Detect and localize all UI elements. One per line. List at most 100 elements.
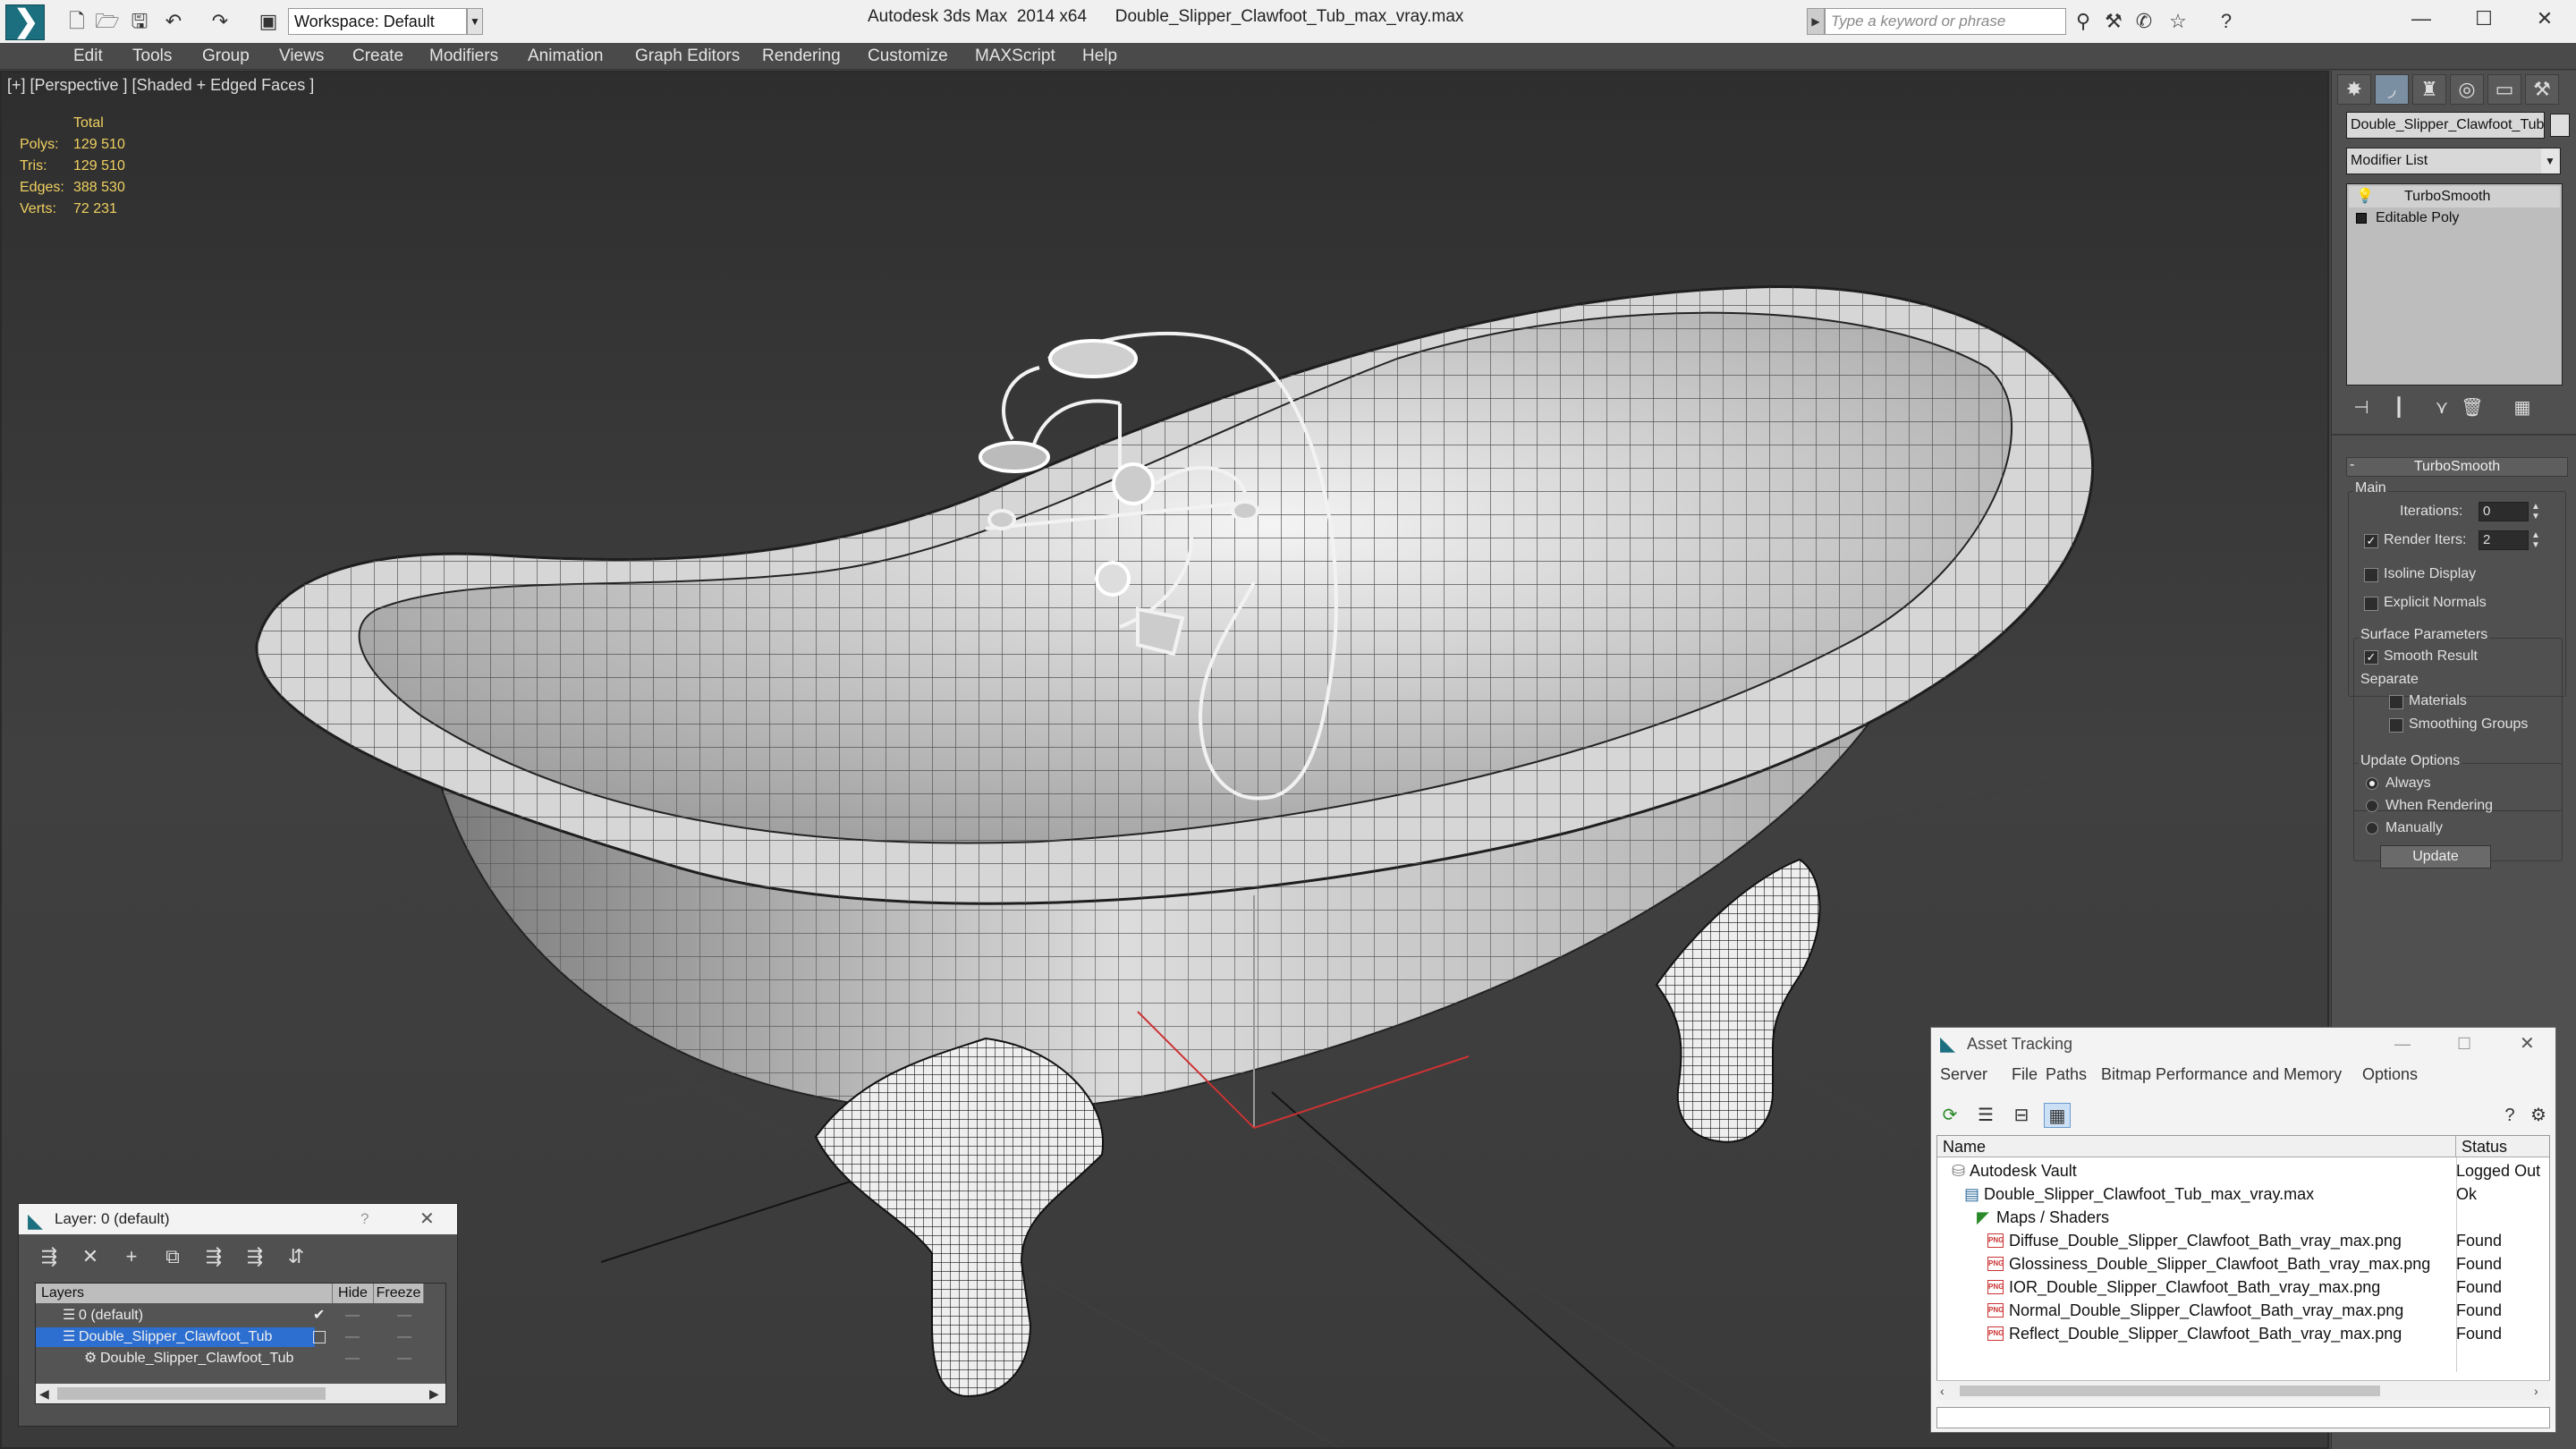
render-iters-spinner[interactable]: 2 <box>2479 530 2529 550</box>
scroll-left-icon[interactable]: ◀ <box>39 1384 49 1403</box>
search-input[interactable]: Type a keyword or phrase <box>1825 8 2066 35</box>
update-button[interactable]: Update <box>2380 845 2491 869</box>
asset-window-titlebar[interactable]: ◣ Asset Tracking — ☐ ✕ <box>1931 1028 2555 1060</box>
menu-server[interactable]: Server <box>1940 1065 1987 1084</box>
highlight-selected-icon[interactable]: ⇶ <box>199 1243 228 1270</box>
scroll-right-icon[interactable]: ▶ <box>429 1384 439 1403</box>
utilities-tab-icon[interactable]: ⚒ <box>2525 74 2559 105</box>
always-radio[interactable] <box>2366 777 2378 790</box>
turbosmooth-rollout-header[interactable]: TurboSmooth <box>2346 457 2568 477</box>
asset-path-field[interactable] <box>1936 1407 2550 1428</box>
help-icon[interactable]: ? <box>2496 1103 2523 1128</box>
minimize-button[interactable]: — <box>2394 1028 2411 1060</box>
subscription-icon[interactable]: ⚒ <box>2100 9 2127 34</box>
asset-row-vault[interactable]: ⛁ Autodesk Vault Logged Out <box>1937 1159 2549 1182</box>
favorites-star-icon[interactable]: ☆ <box>2165 9 2191 34</box>
make-unique-icon[interactable]: ⋎ <box>2428 394 2455 421</box>
asset-row-diffuse[interactable]: PNG Diffuse_Double_Slipper_Clawfoot_Bath… <box>1937 1229 2549 1252</box>
freeze-toggle[interactable]: — <box>397 1326 411 1348</box>
stack-item-turbosmooth[interactable]: 💡 TurboSmooth <box>2349 186 2560 208</box>
explicit-normals-checkbox[interactable] <box>2364 597 2378 611</box>
scroll-thumb[interactable] <box>57 1387 326 1400</box>
materials-checkbox[interactable] <box>2389 695 2403 709</box>
hide-toggle[interactable]: — <box>345 1305 360 1326</box>
close-icon[interactable]: ✕ <box>419 1204 435 1234</box>
display-tab-icon[interactable]: ▭ <box>2487 74 2521 105</box>
help-icon[interactable]: ? <box>360 1204 369 1234</box>
motion-tab-icon[interactable]: ◎ <box>2450 74 2484 105</box>
collapse-icon[interactable]: - <box>2350 457 2354 473</box>
maximize-button[interactable]: ☐ <box>2457 1028 2471 1060</box>
menu-graph-editors[interactable]: Graph Editors <box>635 43 740 70</box>
asset-row-maps[interactable]: ◤ Maps / Shaders <box>1937 1206 2549 1229</box>
menu-help[interactable]: Help <box>1082 43 1117 70</box>
freeze-toggle[interactable]: — <box>397 1348 411 1369</box>
menu-options[interactable]: Options <box>2362 1065 2418 1084</box>
stack-item-editable-poly[interactable]: Editable Poly <box>2349 208 2560 229</box>
hierarchy-tab-icon[interactable]: ♜ <box>2412 74 2446 105</box>
menu-customize[interactable]: Customize <box>868 43 948 70</box>
app-logo-button[interactable]: ❯ <box>5 4 45 40</box>
chevron-down-icon[interactable]: ▼ <box>2541 148 2559 174</box>
binoculars-icon[interactable]: ⚲ <box>2070 9 2097 34</box>
minimize-button[interactable]: — <box>2390 0 2453 39</box>
horizontal-scrollbar[interactable]: ‹ › <box>1936 1380 2550 1400</box>
tree-view-icon[interactable]: ⊟ <box>2008 1103 2035 1128</box>
object-name-field[interactable]: Double_Slipper_Clawfoot_Tub <box>2346 112 2545 139</box>
col-layers[interactable]: Layers <box>36 1284 333 1303</box>
hide-all-icon[interactable]: ⇶ <box>241 1243 269 1270</box>
refresh-icon[interactable]: ⟳ <box>1936 1103 1963 1128</box>
close-button[interactable]: ✕ <box>2513 0 2576 39</box>
col-freeze[interactable]: Freeze <box>374 1284 424 1303</box>
scroll-right-icon[interactable]: › <box>2534 1381 2538 1401</box>
menu-group[interactable]: Group <box>202 43 250 70</box>
menu-edit[interactable]: Edit <box>73 43 103 70</box>
select-in-layer-icon[interactable]: ⧉ <box>158 1243 187 1270</box>
configure-sets-icon[interactable]: ▦ <box>2509 394 2536 421</box>
communication-icon[interactable]: ✆ <box>2131 9 2157 34</box>
menu-tools[interactable]: Tools <box>132 43 172 70</box>
layer-window-titlebar[interactable]: ◣ Layer: 0 (default) ? ✕ <box>19 1204 457 1234</box>
object-color-swatch[interactable] <box>2550 114 2570 137</box>
layer-row-default[interactable]: ☰ 0 (default) ✔ — — <box>36 1305 445 1326</box>
asset-row-glossiness[interactable]: PNG Glossiness_Double_Slipper_Clawfoot_B… <box>1937 1252 2549 1275</box>
layer-row-tub[interactable]: ☰ Double_Slipper_Clawfoot_Tub — — <box>36 1326 445 1348</box>
project-folder-icon[interactable]: ▣ <box>256 9 281 34</box>
freeze-all-icon[interactable]: ⇵ <box>282 1243 310 1270</box>
menu-views[interactable]: Views <box>279 43 324 70</box>
undo-icon[interactable]: ↶ <box>161 9 186 34</box>
layer-checkbox[interactable] <box>313 1331 326 1343</box>
spinner-arrows-icon[interactable]: ▲ ▼ <box>2530 530 2541 550</box>
redo-icon[interactable]: ↷ <box>208 9 233 34</box>
scroll-thumb[interactable] <box>1960 1385 2380 1396</box>
iterations-spinner[interactable]: 0 <box>2479 502 2529 521</box>
col-hide[interactable]: Hide <box>333 1284 374 1303</box>
remove-modifier-icon[interactable]: 🗑 <box>2459 394 2486 421</box>
col-status[interactable]: Status <box>2456 1136 2549 1157</box>
horizontal-scrollbar[interactable]: ◀ ▶ <box>36 1384 445 1403</box>
col-name[interactable]: Name <box>1937 1136 2456 1157</box>
settings-icon[interactable]: ⚙ <box>2525 1103 2552 1128</box>
asset-row-reflect[interactable]: PNG Reflect_Double_Slipper_Clawfoot_Bath… <box>1937 1322 2549 1345</box>
smooth-result-checkbox[interactable]: ✓ <box>2364 650 2378 665</box>
manually-radio[interactable] <box>2366 822 2378 835</box>
light-bulb-icon[interactable]: 💡 <box>2356 186 2374 208</box>
open-file-icon[interactable]: 🗁 <box>95 9 120 34</box>
freeze-toggle[interactable]: — <box>397 1305 411 1326</box>
menu-bitmap-performance[interactable]: Bitmap Performance and Memory <box>2101 1065 2342 1084</box>
render-iters-checkbox[interactable]: ✓ <box>2364 534 2378 548</box>
asset-row-normal[interactable]: PNG Normal_Double_Slipper_Clawfoot_Bath_… <box>1937 1299 2549 1322</box>
menu-maxscript[interactable]: MAXScript <box>975 43 1055 70</box>
layer-settings-icon[interactable]: ⇶ <box>35 1243 64 1270</box>
modify-tab-icon[interactable]: ◞ <box>2375 74 2409 105</box>
isoline-display-checkbox[interactable] <box>2364 568 2378 582</box>
chevron-down-icon[interactable]: ▼ <box>467 8 483 35</box>
create-tab-icon[interactable]: ✸ <box>2337 74 2371 105</box>
asset-row-maxfile[interactable]: ▤ Double_Slipper_Clawfoot_Tub_max_vray.m… <box>1937 1182 2549 1206</box>
menu-paths[interactable]: Paths <box>2046 1065 2087 1084</box>
maximize-button[interactable]: ☐ <box>2453 0 2515 39</box>
delete-layer-icon[interactable]: ✕ <box>76 1243 105 1270</box>
new-file-icon[interactable]: 🗋 <box>64 9 89 34</box>
smoothing-groups-checkbox[interactable] <box>2389 718 2403 733</box>
hide-toggle[interactable]: — <box>345 1326 360 1348</box>
